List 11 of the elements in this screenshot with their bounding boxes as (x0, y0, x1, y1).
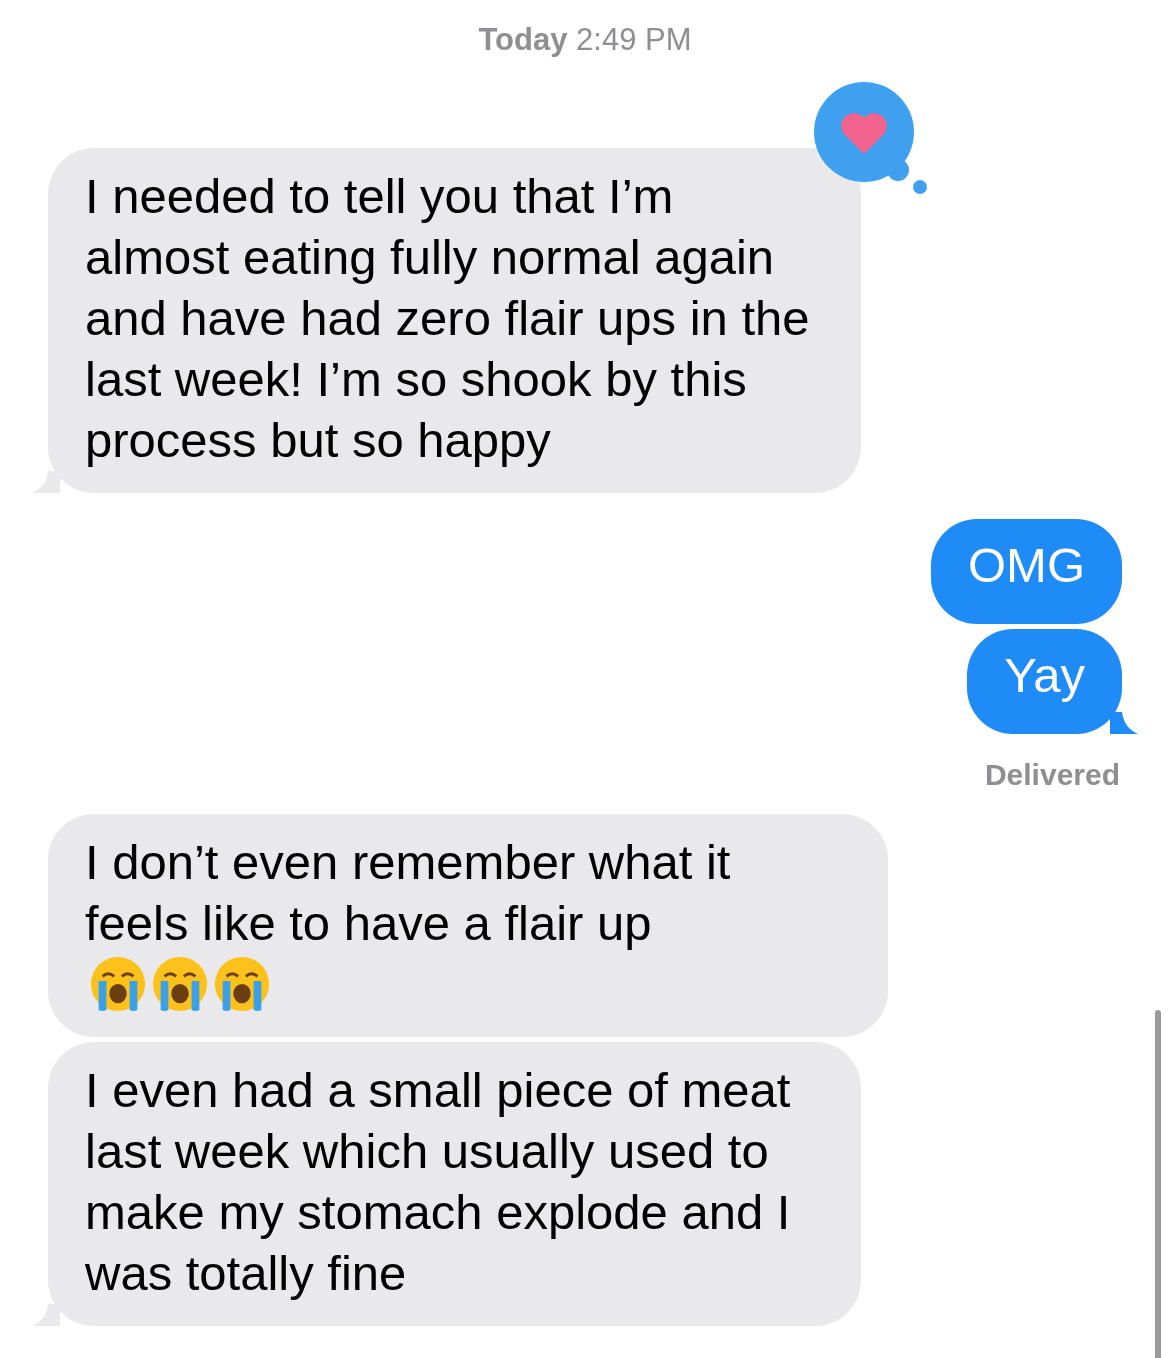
message-text: I needed to tell you that I’m almost eating fully normal again and have had zero flair ups in the last week! I’m so shook by this process but so happy (85, 168, 811, 469)
message-text: Yay (1004, 647, 1085, 704)
message-text: OMG (967, 537, 1085, 594)
crying-face-icon (213, 955, 271, 1013)
timestamp: Today 2:49 PM (477, 21, 693, 59)
crying-face-icon (151, 955, 209, 1013)
crying-face-icon (89, 955, 147, 1013)
scrollbar[interactable] (1155, 1010, 1161, 1358)
message-text: I even had a small piece of meat last week which usually used to make my stomach explode and I was totally fine (85, 1062, 792, 1302)
message-text: I don’t even remember what it feels like to have a flair up (85, 834, 732, 952)
delivery-status: Delivered (983, 757, 1121, 793)
